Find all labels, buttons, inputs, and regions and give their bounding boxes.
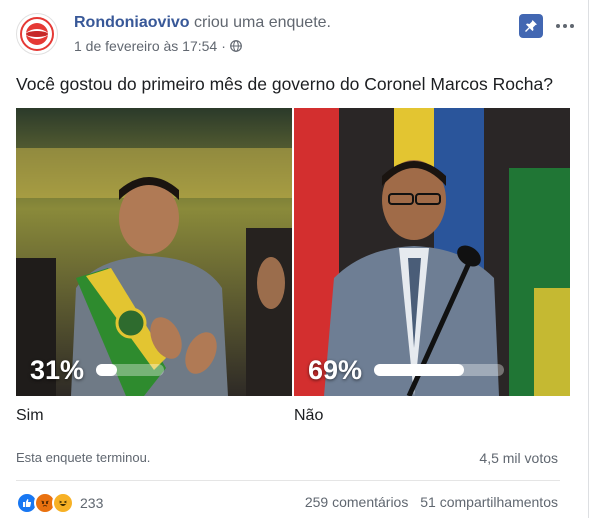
more-icon [556,24,574,28]
vote-count[interactable]: 4,5 mil votos [479,450,558,466]
post-action-text: criou uma enquete. [194,14,331,31]
page-avatar[interactable] [16,13,58,55]
more-options-button[interactable] [555,18,575,34]
poll-option-sim[interactable]: 31% [16,108,292,396]
pin-button[interactable] [519,14,543,38]
poll-status: Esta enquete terminou. [16,450,151,465]
page-name-link[interactable]: Rondoniaovivo [74,14,190,31]
divider [16,480,560,481]
option-label-sim: Sim [16,407,44,424]
post-timestamp[interactable]: 1 de fevereiro às 17:54 [74,38,217,54]
poll-option-nao[interactable]: 69% [294,108,570,396]
result-bar-fill-sim [96,364,118,376]
rondoniaovivo-logo [20,17,54,51]
shares-count[interactable]: 51 compartilhamentos [420,494,558,510]
poll-question: Você gostou do primeiro mês de governo d… [16,74,553,94]
result-bar-fill-nao [374,364,464,376]
post-header: Rondoniaovivo criou uma enquete. [74,14,331,32]
result-bar-nao [374,364,504,376]
option-photo-nao [294,108,570,396]
option-label-nao: Não [294,407,324,424]
engagement-stats: 259 comentários 51 compartilhamentos [305,494,558,510]
reaction-count[interactable]: 233 [80,495,103,511]
comments-count[interactable]: 259 comentários [305,494,409,510]
pin-icon [525,20,537,32]
globe-icon[interactable] [229,40,242,52]
post-meta: 1 de fevereiro às 17:54 · [74,38,242,54]
result-bar-sim [96,364,164,376]
option-photo-sim [16,108,292,396]
haha-reaction-icon [52,492,74,514]
meta-separator: · [221,38,226,54]
option-percent-nao: 69% [308,355,363,385]
option-percent-sim: 31% [30,355,85,385]
reactions-summary[interactable]: 233 [16,492,103,514]
post-card: Rondoniaovivo criou uma enquete. 1 de fe… [0,0,589,518]
